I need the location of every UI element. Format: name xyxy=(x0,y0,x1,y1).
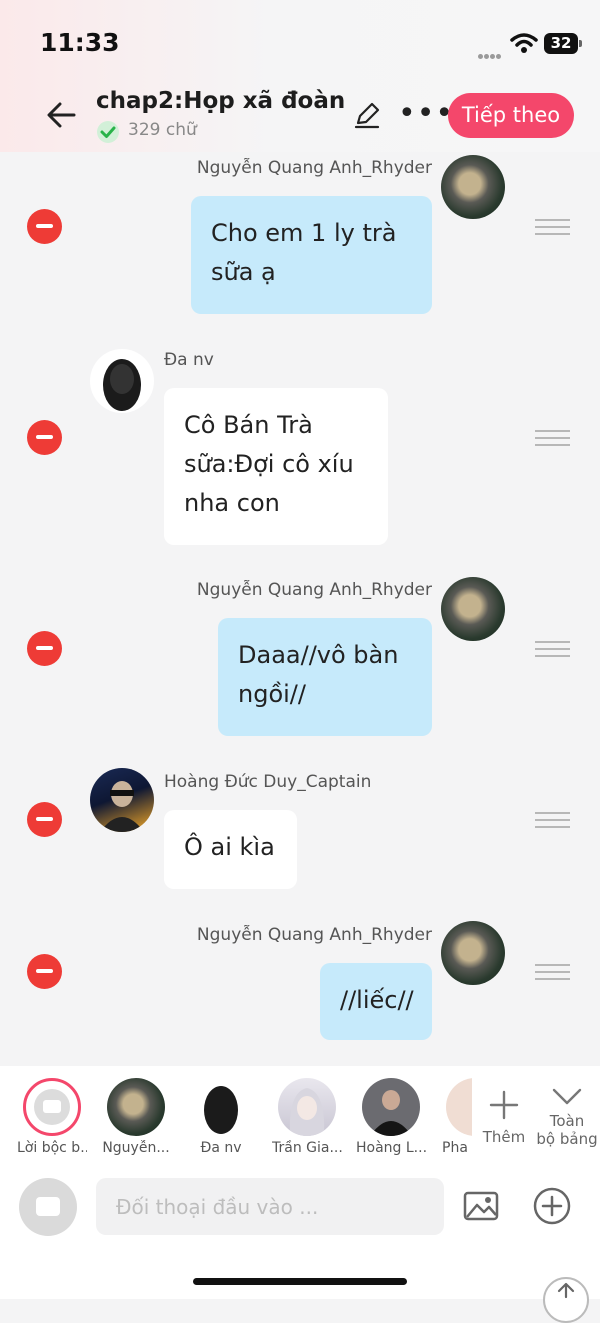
show-all-label-line1: Toàn xyxy=(549,1112,585,1130)
next-button[interactable]: Tiếp theo xyxy=(448,93,574,138)
character-avatar xyxy=(446,1078,472,1136)
remove-message-button[interactable] xyxy=(27,420,62,455)
character-item[interactable]: Pha xyxy=(432,1078,472,1156)
speaker-name: Hoàng Đức Duy_Captain xyxy=(164,772,372,792)
avatar xyxy=(441,155,505,219)
top-header: 11:33 32 chap2:Họp xã đoàn 329 chữ ••• T… xyxy=(0,0,600,153)
character-avatar xyxy=(107,1078,165,1136)
image-icon[interactable] xyxy=(463,1190,499,1222)
drag-handle-icon[interactable] xyxy=(535,430,570,446)
remove-message-button[interactable] xyxy=(27,631,62,666)
character-item[interactable]: Trần Gia... xyxy=(272,1078,342,1156)
character-item[interactable]: Nguyễn... xyxy=(101,1078,171,1156)
character-avatar xyxy=(192,1078,250,1136)
avatar xyxy=(90,349,154,413)
speaker-name: Nguyễn Quang Anh_Rhyder xyxy=(196,925,432,945)
drag-handle-icon[interactable] xyxy=(535,812,570,828)
character-avatar xyxy=(362,1078,420,1136)
check-icon xyxy=(97,121,119,143)
edit-pencil-icon[interactable] xyxy=(353,101,381,129)
plus-icon xyxy=(489,1090,519,1120)
remove-message-button[interactable] xyxy=(27,954,62,989)
speaker-name: Nguyễn Quang Anh_Rhyder xyxy=(196,158,432,178)
add-circle-icon[interactable] xyxy=(532,1186,572,1226)
wifi-icon xyxy=(510,33,538,53)
remove-message-button[interactable] xyxy=(27,802,62,837)
character-item[interactable]: Hoàng L... xyxy=(356,1078,426,1156)
page-title: chap2:Họp xã đoàn xyxy=(96,88,346,114)
message-bubble[interactable]: //liếc// xyxy=(320,963,432,1040)
back-arrow-icon[interactable] xyxy=(44,98,78,132)
character-label: Pha xyxy=(442,1140,468,1156)
avatar xyxy=(90,768,154,832)
message-bubble[interactable]: Ô ai kìa xyxy=(164,810,297,889)
add-label: Thêm xyxy=(482,1128,526,1146)
battery-indicator: 32 xyxy=(544,33,582,54)
show-all-button[interactable]: Toàn bộ bảng xyxy=(536,1084,598,1148)
character-label: Hoàng L... xyxy=(356,1140,426,1156)
character-label: Trần Gia... xyxy=(272,1140,342,1156)
add-character-button[interactable]: Thêm xyxy=(482,1088,526,1146)
drag-handle-icon[interactable] xyxy=(535,219,570,235)
narration-toggle-button[interactable] xyxy=(19,1178,77,1236)
character-label: Lời bộc b... xyxy=(17,1140,87,1156)
chevron-down-icon xyxy=(552,1088,582,1105)
dialogue-input[interactable] xyxy=(96,1178,444,1235)
message-bubble[interactable]: Daaa//vô bàn ngồi// xyxy=(218,618,432,736)
word-count: 329 chữ xyxy=(128,120,197,140)
home-indicator xyxy=(193,1278,407,1285)
message-bubble[interactable]: Cho em 1 ly trà sữa ạ xyxy=(191,196,432,314)
speaker-name: Đa nv xyxy=(164,350,214,370)
message-bubble[interactable]: Cô Bán Trà sữa:Đợi cô xíu nha con xyxy=(164,388,388,545)
drag-handle-icon[interactable] xyxy=(535,641,570,657)
character-item[interactable]: Đa nv xyxy=(186,1078,256,1156)
speech-icon xyxy=(34,1089,70,1125)
arrow-up-icon xyxy=(557,1282,575,1299)
speaker-name: Nguyễn Quang Anh_Rhyder xyxy=(196,580,432,600)
scroll-up-button[interactable] xyxy=(543,1277,589,1323)
narration-avatar xyxy=(23,1078,81,1136)
signal-icon xyxy=(478,44,502,63)
status-time: 11:33 xyxy=(40,28,120,57)
remove-message-button[interactable] xyxy=(27,209,62,244)
drag-handle-icon[interactable] xyxy=(535,964,570,980)
avatar xyxy=(441,577,505,641)
character-narration[interactable]: Lời bộc b... xyxy=(17,1078,87,1156)
avatar xyxy=(441,921,505,985)
character-label: Đa nv xyxy=(200,1140,242,1156)
show-all-label-line2: bộ bảng xyxy=(536,1130,598,1148)
more-options-icon[interactable]: ••• xyxy=(398,99,454,129)
character-avatar xyxy=(278,1078,336,1136)
character-label: Nguyễn... xyxy=(102,1140,170,1156)
